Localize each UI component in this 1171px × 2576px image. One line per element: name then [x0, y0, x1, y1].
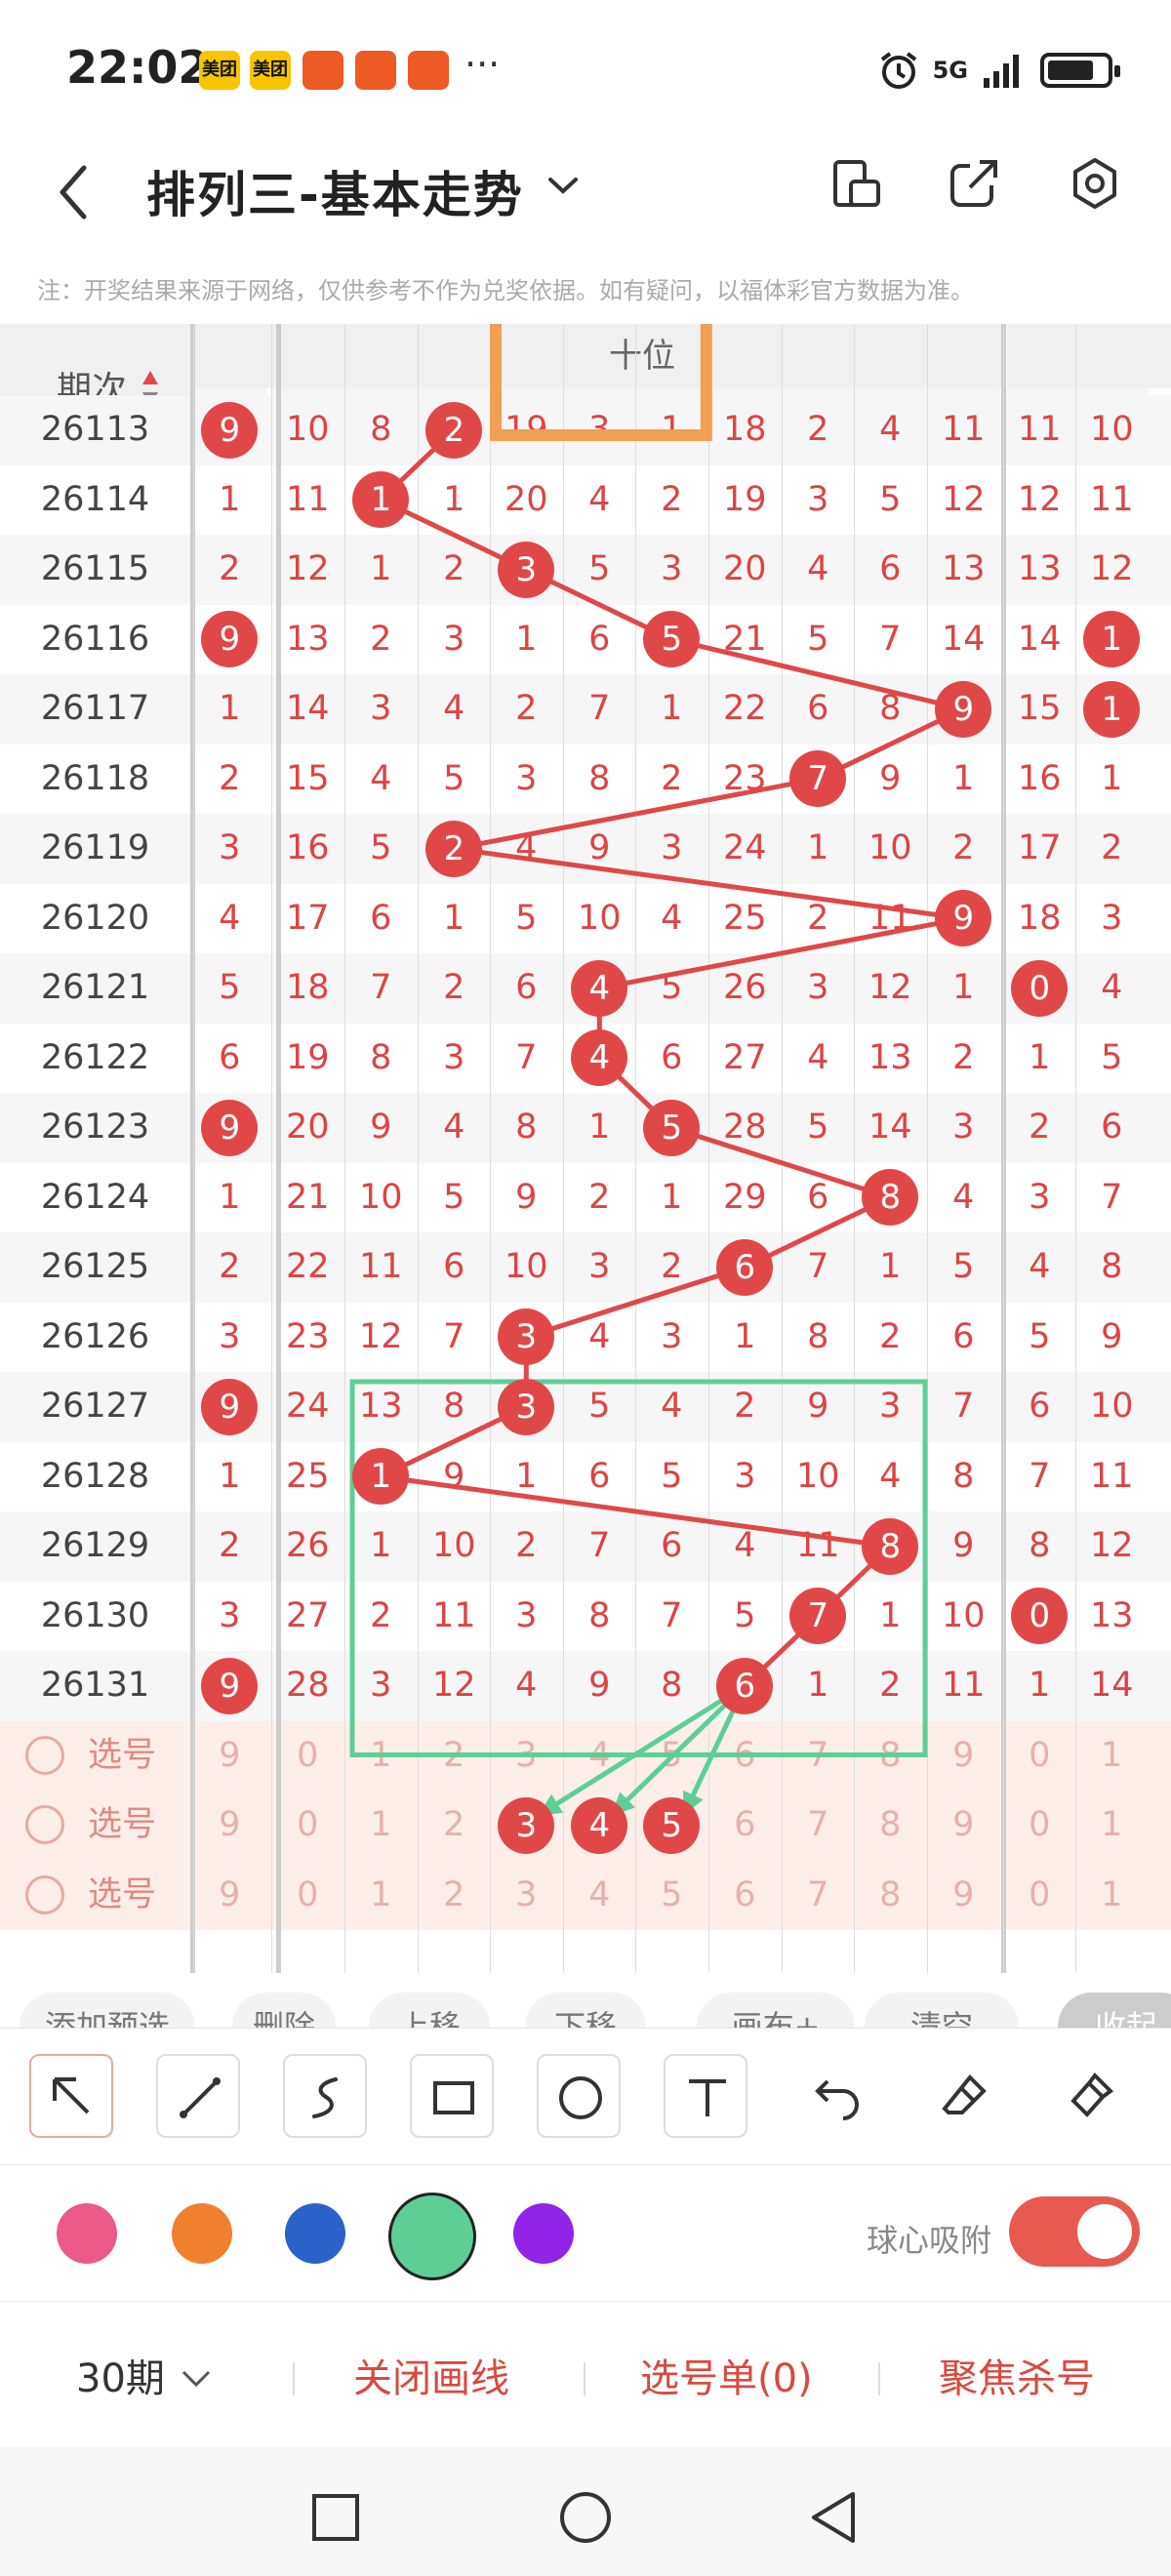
green-highlight-box[interactable] [349, 1379, 928, 1757]
signal-icon [984, 55, 1019, 88]
action-chip-0[interactable]: 添加预选 [20, 1992, 195, 2028]
winning-number-ball: 8 [862, 1517, 919, 1575]
action-chip-6[interactable]: 收起 [1058, 1992, 1171, 2028]
more-notifications-icon: ··· [464, 43, 501, 86]
winning-number-ball: 9 [201, 401, 259, 459]
winning-number-ball: 4 [571, 959, 628, 1017]
color-swatch-2[interactable] [285, 2203, 345, 2264]
app-header: 排列三-基本走势 [0, 137, 1171, 254]
back-arrow-icon[interactable] [53, 158, 92, 226]
system-nav-bar [0, 2447, 1171, 2576]
focus-kill-button[interactable]: 聚焦杀号 [939, 2347, 1095, 2403]
action-chip-4[interactable]: 画布+ [697, 1992, 855, 2028]
pick-list-button[interactable]: 选号单(0) [640, 2347, 813, 2403]
trend-lines-overlay [349, 324, 971, 1818]
action-chip-1[interactable]: 删除 [232, 1992, 336, 2028]
circle-tool[interactable] [537, 2054, 621, 2138]
curve-tool[interactable] [283, 2054, 367, 2138]
home-circle-icon[interactable] [558, 2490, 613, 2545]
undo-tool[interactable] [796, 2054, 880, 2138]
status-time: 22:02 [66, 41, 210, 94]
share-icon[interactable] [947, 156, 1001, 211]
winning-number-ball: 9 [201, 1378, 259, 1435]
winning-number-ball: 2 [425, 401, 483, 459]
text-tool[interactable] [664, 2054, 747, 2138]
undo-icon [815, 2079, 859, 2120]
rectangle-icon [433, 2081, 474, 2114]
snap-to-center-toggle[interactable] [1009, 2196, 1140, 2267]
winning-number-ball: 4 [571, 1796, 628, 1854]
page-title[interactable]: 排列三-基本走势 [146, 156, 524, 226]
eraser-icon [942, 2074, 987, 2114]
winning-number-ball: 9 [935, 680, 992, 738]
status-bar: 22:02 美团 美团 ··· 5G [0, 0, 1171, 137]
winning-number-ball: 1 [1083, 680, 1141, 738]
back-triangle-icon[interactable] [808, 2490, 859, 2545]
pointer-tool[interactable] [29, 2054, 113, 2138]
eraser-tool[interactable] [923, 2054, 1007, 2138]
winning-number-ball: 9 [201, 1657, 259, 1714]
disclaimer-notice: 注：开奖结果来源于网络，仅供参考不作为兑奖依据。如有疑问，以福体彩官方数据为准。 [37, 277, 974, 304]
winning-number-ball: 6 [716, 1657, 774, 1714]
clear-brush-tool[interactable] [1050, 2054, 1134, 2138]
period-count-select[interactable]: 30期 [76, 2347, 165, 2403]
winning-number-ball: 2 [425, 820, 483, 877]
pointer-icon [53, 2077, 90, 2114]
meituan-app-icon-2: 美团 [250, 51, 291, 90]
settings-gear-icon[interactable] [1068, 156, 1122, 211]
color-swatch-0[interactable] [57, 2203, 117, 2264]
winning-number-ball: 9 [201, 1099, 259, 1156]
winning-number-ball: 3 [498, 541, 555, 598]
winning-number-ball: 3 [498, 1796, 555, 1854]
alarm-icon [880, 52, 916, 89]
action-chip-5[interactable]: 清空 [865, 1992, 1019, 2028]
snap-to-center-label: 球心吸附 [867, 2222, 992, 2259]
app-notification-icon-2 [355, 51, 396, 90]
action-chip-strip: 添加预选 删除 上移 下移 画布+ 清空 收起 [0, 1973, 1171, 2028]
color-swatch-1[interactable] [172, 2203, 232, 2264]
line-icon [180, 2077, 221, 2118]
winning-number-ball: 0 [1011, 959, 1069, 1017]
color-swatch-3[interactable] [388, 2193, 476, 2280]
curve-icon [312, 2077, 338, 2118]
screen-rotate-icon[interactable] [829, 156, 884, 211]
orange-highlight-box[interactable] [490, 324, 712, 441]
recents-square-icon[interactable] [310, 2492, 361, 2543]
winning-number-ball: 6 [716, 1238, 774, 1296]
bottom-action-bar: 30期 关闭画线 选号单(0) 聚焦杀号 [0, 2301, 1171, 2448]
text-icon [689, 2079, 726, 2116]
close-lines-button[interactable]: 关闭画线 [353, 2347, 509, 2403]
winning-number-ball: 5 [643, 1796, 701, 1854]
color-swatch-4[interactable] [513, 2203, 574, 2264]
action-chip-3[interactable]: 下移 [525, 1992, 646, 2028]
action-chip-2[interactable]: 上移 [369, 1992, 490, 2028]
drawing-toolbar [0, 2028, 1171, 2165]
winning-number-ball: 3 [498, 1378, 555, 1435]
winning-number-ball: 5 [643, 1099, 701, 1156]
color-palette: 球心吸附 [0, 2164, 1171, 2302]
meituan-app-icon: 美团 [199, 51, 240, 90]
app-notification-icon [303, 51, 343, 90]
battery-icon [1040, 53, 1120, 88]
chevron-down-icon [182, 2370, 211, 2388]
trend-table: 期次 十位 9012345678901 26113910821931182411… [0, 324, 1171, 1973]
circle-icon [559, 2076, 602, 2119]
chevron-down-icon[interactable] [546, 174, 580, 197]
app-notification-icon-3 [408, 51, 449, 90]
clear-brush-icon [1070, 2072, 1114, 2117]
line-tool[interactable] [156, 2054, 240, 2138]
network-type: 5G [932, 57, 968, 84]
rectangle-tool[interactable] [410, 2054, 494, 2138]
